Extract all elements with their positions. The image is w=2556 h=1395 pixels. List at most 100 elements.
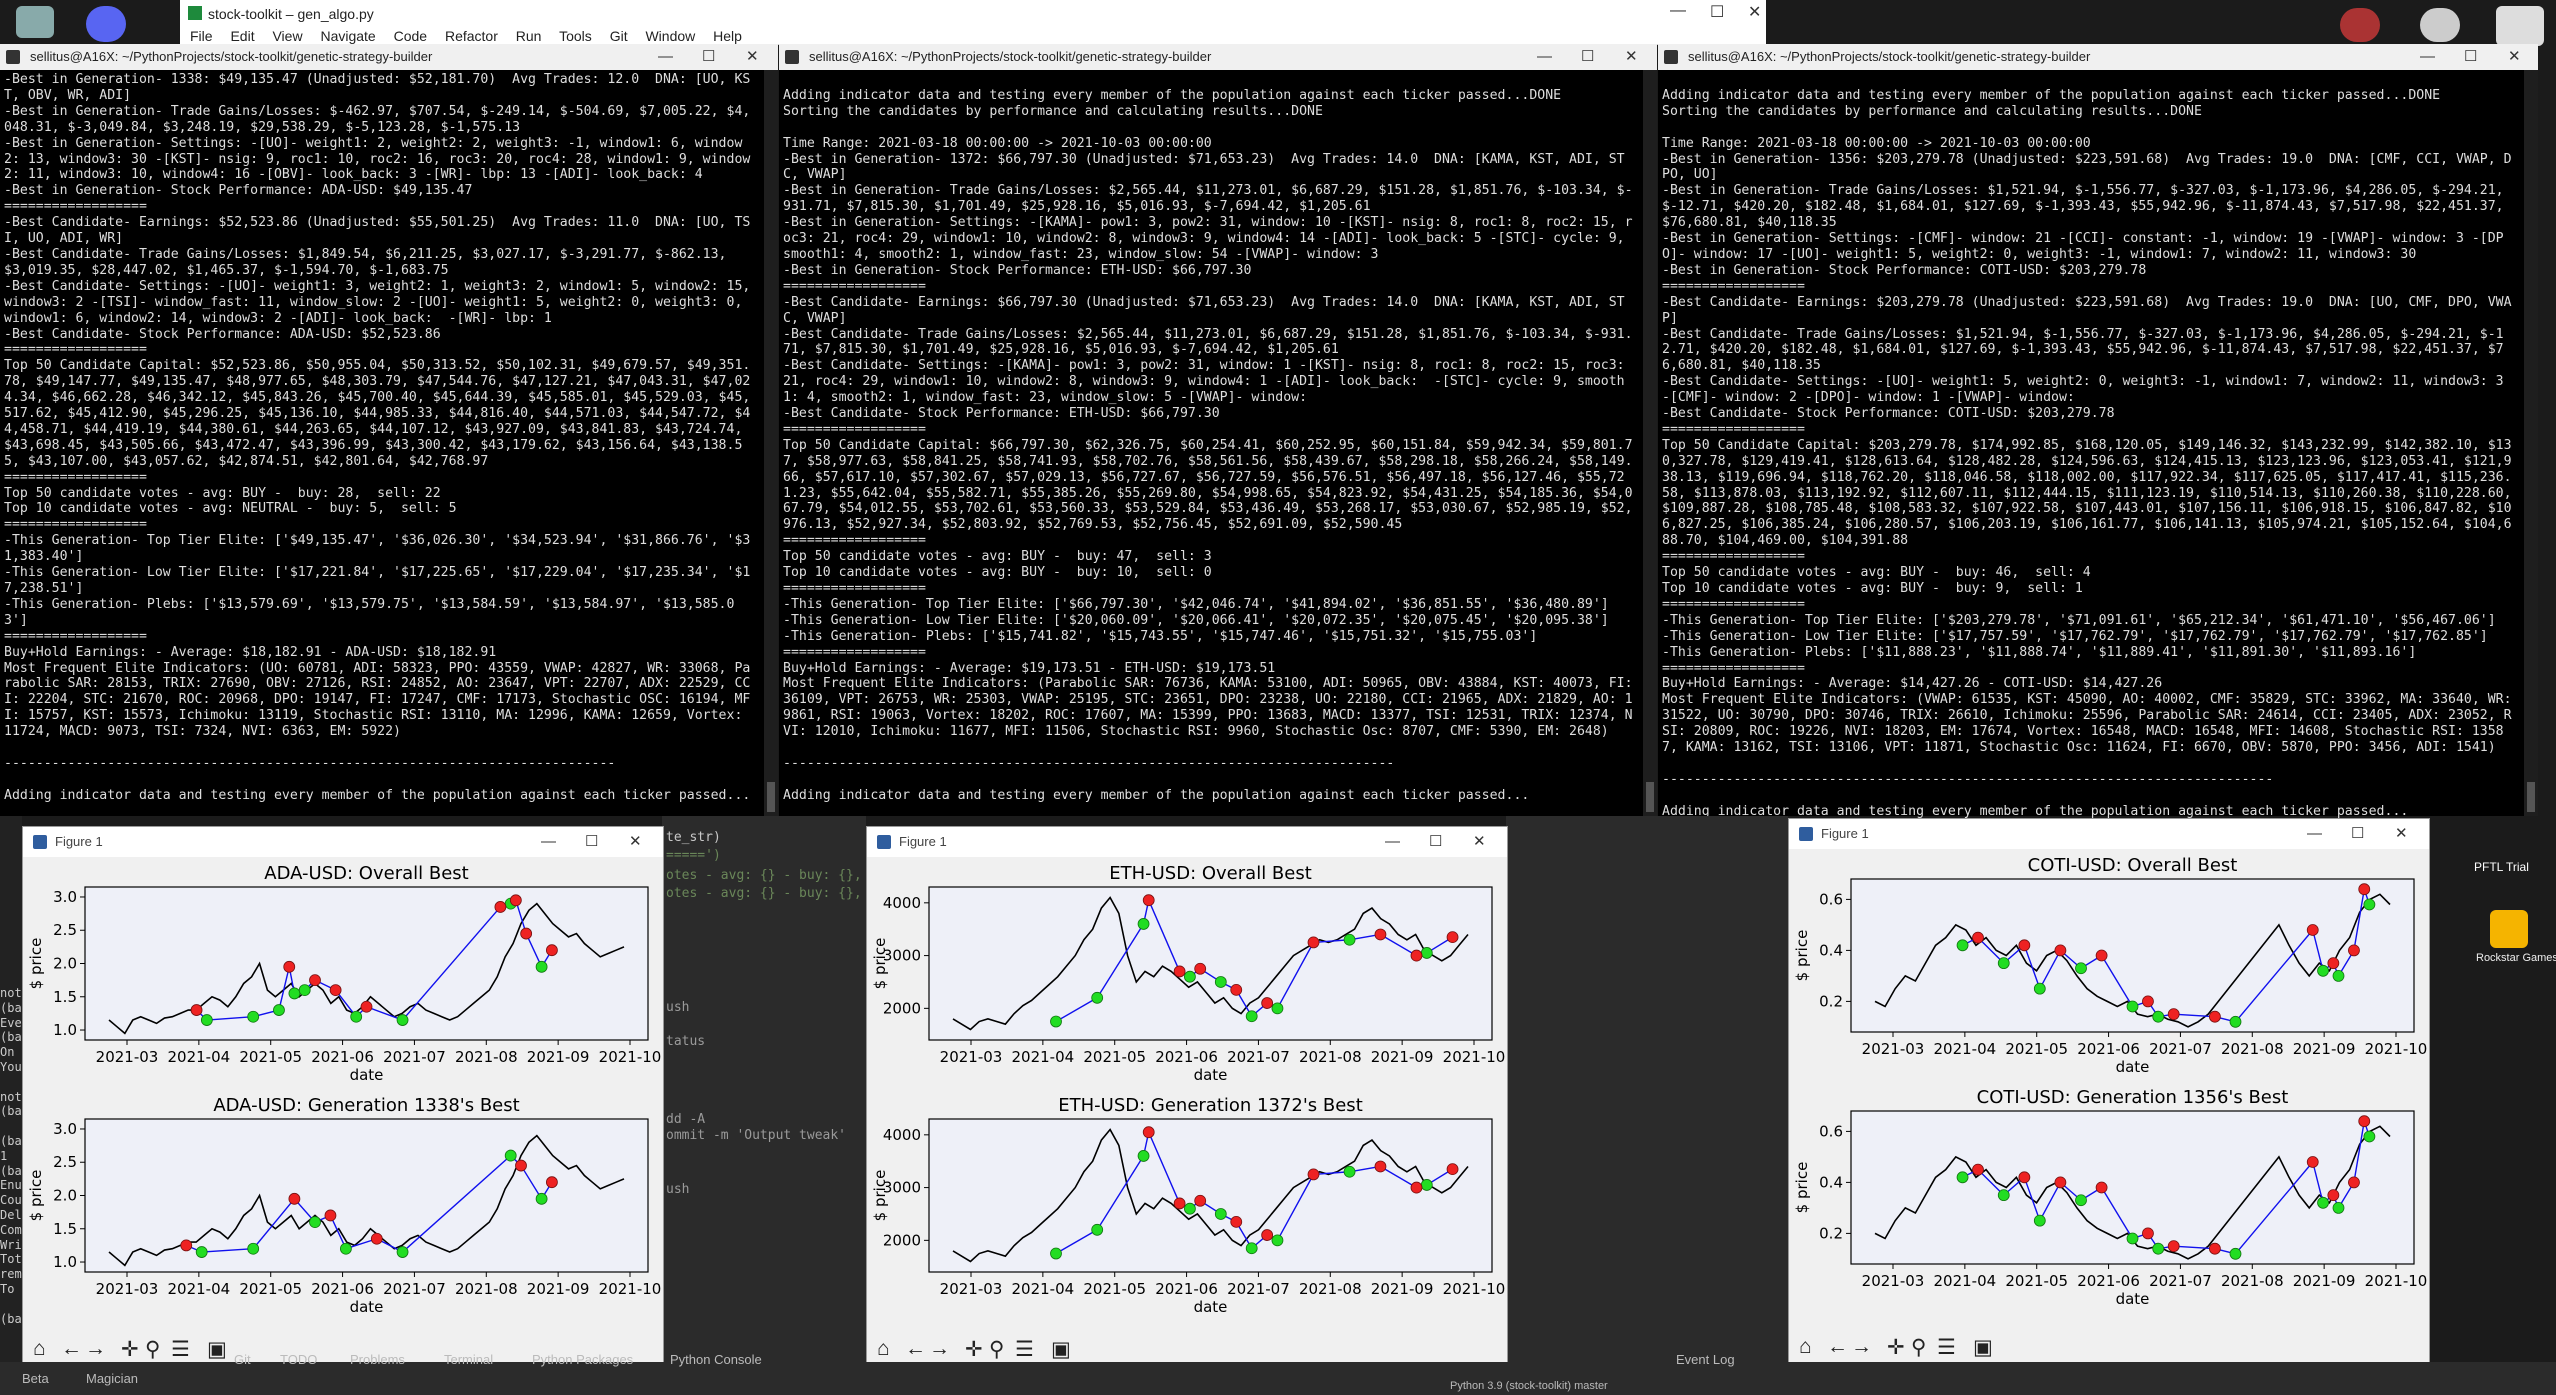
sell-marker xyxy=(1194,962,1207,975)
rockstar-games-icon[interactable] xyxy=(2490,910,2528,948)
figure-icon xyxy=(33,835,47,849)
close-icon[interactable]: ✕ xyxy=(1473,827,1486,857)
figure-canvas[interactable]: COTI-USD: Overall Best 0.2 0.4 0.6 2021-03 20… xyxy=(1789,849,2429,1325)
plot-area xyxy=(928,886,1493,1041)
desktop-shortcut-pftl[interactable]: PFTL Trial xyxy=(2474,830,2554,890)
maximize-icon[interactable]: ☐ xyxy=(2464,44,2477,70)
ide-editor-fragment[interactable] xyxy=(1506,816,1788,1362)
buy-marker xyxy=(1343,1165,1356,1178)
close-icon[interactable]: ✕ xyxy=(1748,2,1761,22)
close-icon[interactable]: ✕ xyxy=(746,44,759,70)
menu-tools[interactable]: Tools xyxy=(559,28,592,44)
discord-icon[interactable] xyxy=(86,6,126,42)
terminal-window-coti[interactable]: sellitus@A16X: ~/PythonProjects/stock-to… xyxy=(1658,44,2538,818)
ide-tab-terminal[interactable]: Terminal xyxy=(444,1352,493,1367)
configure-icon[interactable]: ☰ xyxy=(1015,1337,1034,1362)
terminal-scrollbar[interactable] xyxy=(2524,70,2538,816)
ide-tab-python-console[interactable]: Python Console xyxy=(670,1352,762,1367)
zoom-icon[interactable]: ⚲ xyxy=(1911,1335,1926,1360)
ide-tab-problems[interactable]: Problems xyxy=(350,1352,405,1367)
save-icon[interactable]: ▣ xyxy=(1973,1335,1993,1360)
menu-code[interactable]: Code xyxy=(394,28,427,44)
terminal-output[interactable]: -Best in Generation- 1338: $49,135.47 (U… xyxy=(0,70,760,818)
menu-run[interactable]: Run xyxy=(516,28,542,44)
menu-view[interactable]: View xyxy=(272,28,302,44)
terminal-output[interactable]: Adding indicator data and testing every … xyxy=(779,70,1639,818)
figure-canvas[interactable]: ADA-USD: Overall Best 1.0 1.5 2.0 2.5 3.0 2021… xyxy=(23,857,663,1327)
figure-window-coti[interactable]: Figure 1 — ☐ ✕ COTI-USD: Overall Best 0.2… xyxy=(1788,818,2430,1368)
figure-toolbar: ⌂ ← → ✛ ⚲ ☰ ▣ xyxy=(1789,1327,2429,1367)
maximize-icon[interactable]: ☐ xyxy=(702,44,715,70)
forward-arrow-icon[interactable]: → xyxy=(1851,1335,1872,1359)
minimize-icon[interactable]: — xyxy=(1385,827,1400,857)
pan-icon[interactable]: ✛ xyxy=(121,1337,139,1362)
configure-icon[interactable]: ☰ xyxy=(171,1337,190,1362)
terminal-line: dd -A xyxy=(666,1112,706,1127)
maximize-icon[interactable]: ☐ xyxy=(1710,2,1724,22)
home-icon[interactable]: ⌂ xyxy=(1799,1335,1812,1359)
zoom-icon[interactable]: ⚲ xyxy=(989,1337,1004,1362)
minimize-icon[interactable]: — xyxy=(1670,2,1686,20)
desktop-app-icon[interactable] xyxy=(2340,8,2380,42)
desktop-app-icon[interactable] xyxy=(2420,8,2460,42)
ide-editor-fragment[interactable]: te_str) =====') otes - avg: {} - buy: {}… xyxy=(662,816,866,1362)
minimize-icon[interactable]: — xyxy=(541,827,556,857)
close-icon[interactable]: ✕ xyxy=(2395,819,2408,849)
sell-marker xyxy=(1142,1126,1155,1139)
scrollbar-thumb[interactable] xyxy=(1646,782,1654,812)
sell-marker xyxy=(2142,1227,2154,1240)
minimize-icon[interactable]: — xyxy=(1537,44,1552,70)
home-icon[interactable]: ⌂ xyxy=(33,1337,46,1361)
terminal-scrollbar[interactable] xyxy=(1643,70,1657,816)
maximize-icon[interactable]: ☐ xyxy=(1429,827,1442,857)
close-icon[interactable]: ✕ xyxy=(1625,44,1638,70)
pan-icon[interactable]: ✛ xyxy=(1887,1335,1905,1360)
figure-canvas[interactable]: ETH-USD: Overall Best2000300040002021-03… xyxy=(867,857,1507,1327)
ide-tab-todo[interactable]: TODO xyxy=(280,1352,317,1367)
configure-icon[interactable]: ☰ xyxy=(1937,1335,1956,1360)
minimize-icon[interactable]: — xyxy=(658,44,673,70)
taskbar-item[interactable]: Beta xyxy=(22,1371,49,1386)
back-arrow-icon[interactable]: ← xyxy=(61,1337,82,1361)
recycle-bin-icon[interactable] xyxy=(16,6,54,38)
maximize-icon[interactable]: ☐ xyxy=(2351,819,2364,849)
save-icon[interactable]: ▣ xyxy=(1051,1337,1071,1362)
scrollbar-thumb[interactable] xyxy=(2527,782,2535,812)
forward-arrow-icon[interactable]: → xyxy=(929,1337,950,1361)
ide-tab-event-log[interactable]: Event Log xyxy=(1676,1352,1735,1367)
back-arrow-icon[interactable]: ← xyxy=(1827,1335,1848,1359)
sell-marker xyxy=(1194,1194,1207,1207)
close-icon[interactable]: ✕ xyxy=(2508,44,2521,70)
taskbar-item[interactable]: Magician xyxy=(86,1371,138,1386)
menu-edit[interactable]: Edit xyxy=(230,28,254,44)
forward-arrow-icon[interactable]: → xyxy=(85,1337,106,1361)
home-icon[interactable]: ⌂ xyxy=(877,1337,890,1361)
terminal-scrollbar[interactable] xyxy=(764,70,778,816)
desktop-app-icon[interactable] xyxy=(2496,6,2544,46)
terminal-window-ada[interactable]: sellitus@A16X: ~/PythonProjects/stock-to… xyxy=(0,44,778,816)
terminal-output[interactable]: Adding indicator data and testing every … xyxy=(1658,70,2518,818)
menu-navigate[interactable]: Navigate xyxy=(320,28,375,44)
zoom-icon[interactable]: ⚲ xyxy=(145,1337,160,1362)
figure-window-ada[interactable]: Figure 1 — ☐ ✕ ADA-USD: Overall Best 1.0 1… xyxy=(22,826,664,1370)
minimize-icon[interactable]: — xyxy=(2307,819,2322,849)
menu-help[interactable]: Help xyxy=(713,28,742,44)
pan-icon[interactable]: ✛ xyxy=(965,1337,983,1362)
maximize-icon[interactable]: ☐ xyxy=(1581,44,1594,70)
buy-marker xyxy=(504,1149,517,1162)
menu-file[interactable]: File xyxy=(190,28,213,44)
save-icon[interactable]: ▣ xyxy=(207,1337,227,1362)
scrollbar-thumb[interactable] xyxy=(767,782,775,812)
maximize-icon[interactable]: ☐ xyxy=(585,827,598,857)
ide-tab-git[interactable]: Git xyxy=(234,1352,251,1367)
close-icon[interactable]: ✕ xyxy=(629,827,642,857)
ide-tab-python-packages[interactable]: Python Packages xyxy=(532,1352,633,1367)
menu-refactor[interactable]: Refactor xyxy=(445,28,498,44)
minimize-icon[interactable]: — xyxy=(2420,44,2435,70)
x-tick-label: 2021-04 xyxy=(1934,1272,1997,1290)
terminal-window-eth[interactable]: sellitus@A16X: ~/PythonProjects/stock-to… xyxy=(779,44,1657,816)
menu-git[interactable]: Git xyxy=(610,28,628,44)
figure-window-eth[interactable]: Figure 1 — ☐ ✕ ETH-USD: Overall Best 2000… xyxy=(866,826,1508,1370)
back-arrow-icon[interactable]: ← xyxy=(905,1337,926,1361)
menu-window[interactable]: Window xyxy=(645,28,695,44)
